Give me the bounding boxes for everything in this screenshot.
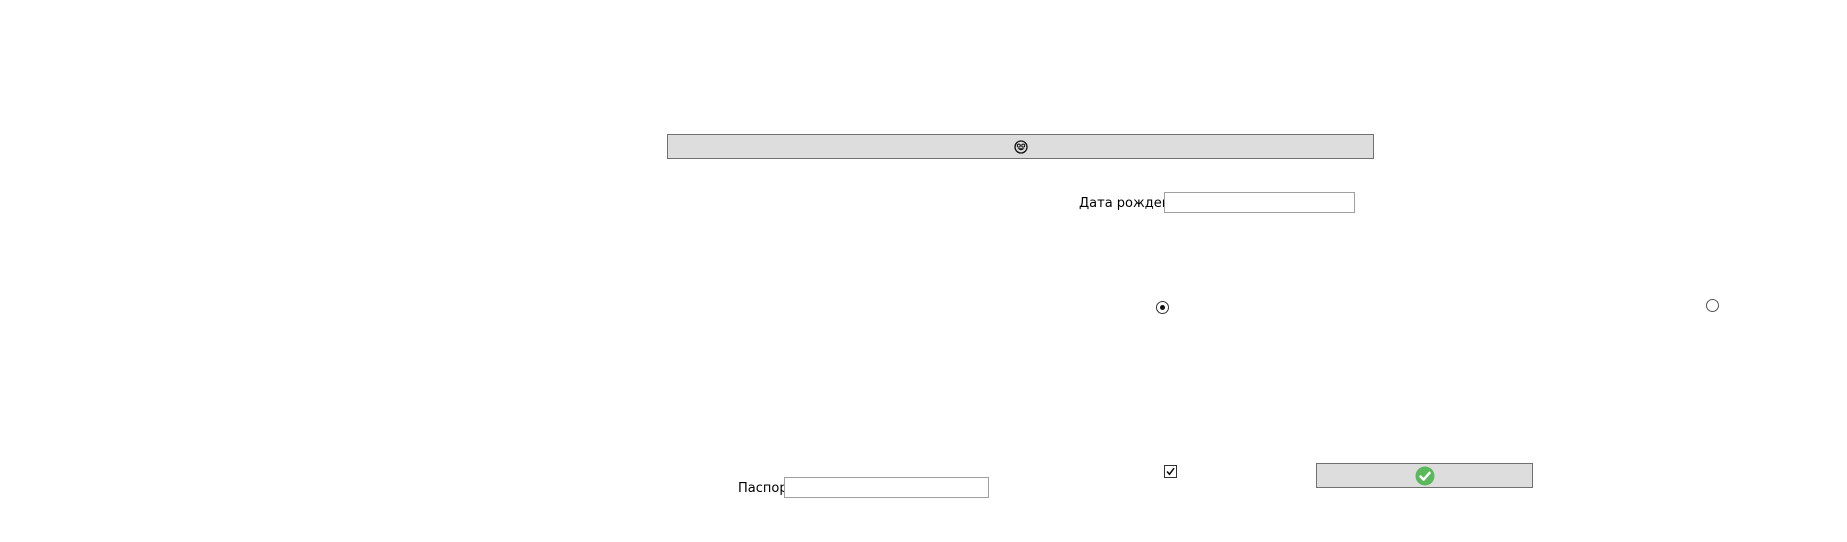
radio-selected-dot [1160,305,1165,310]
top-emoji-button[interactable] [667,134,1374,159]
passport-input[interactable] [784,477,989,498]
smiley-face-icon [1013,139,1028,154]
green-checkmark-icon [1415,466,1435,486]
birth-date-input[interactable] [1164,192,1355,213]
radio-option-2[interactable] [1706,299,1719,312]
confirm-button[interactable] [1316,463,1533,488]
checkbox[interactable] [1164,465,1177,478]
radio-option-1[interactable] [1156,301,1169,314]
